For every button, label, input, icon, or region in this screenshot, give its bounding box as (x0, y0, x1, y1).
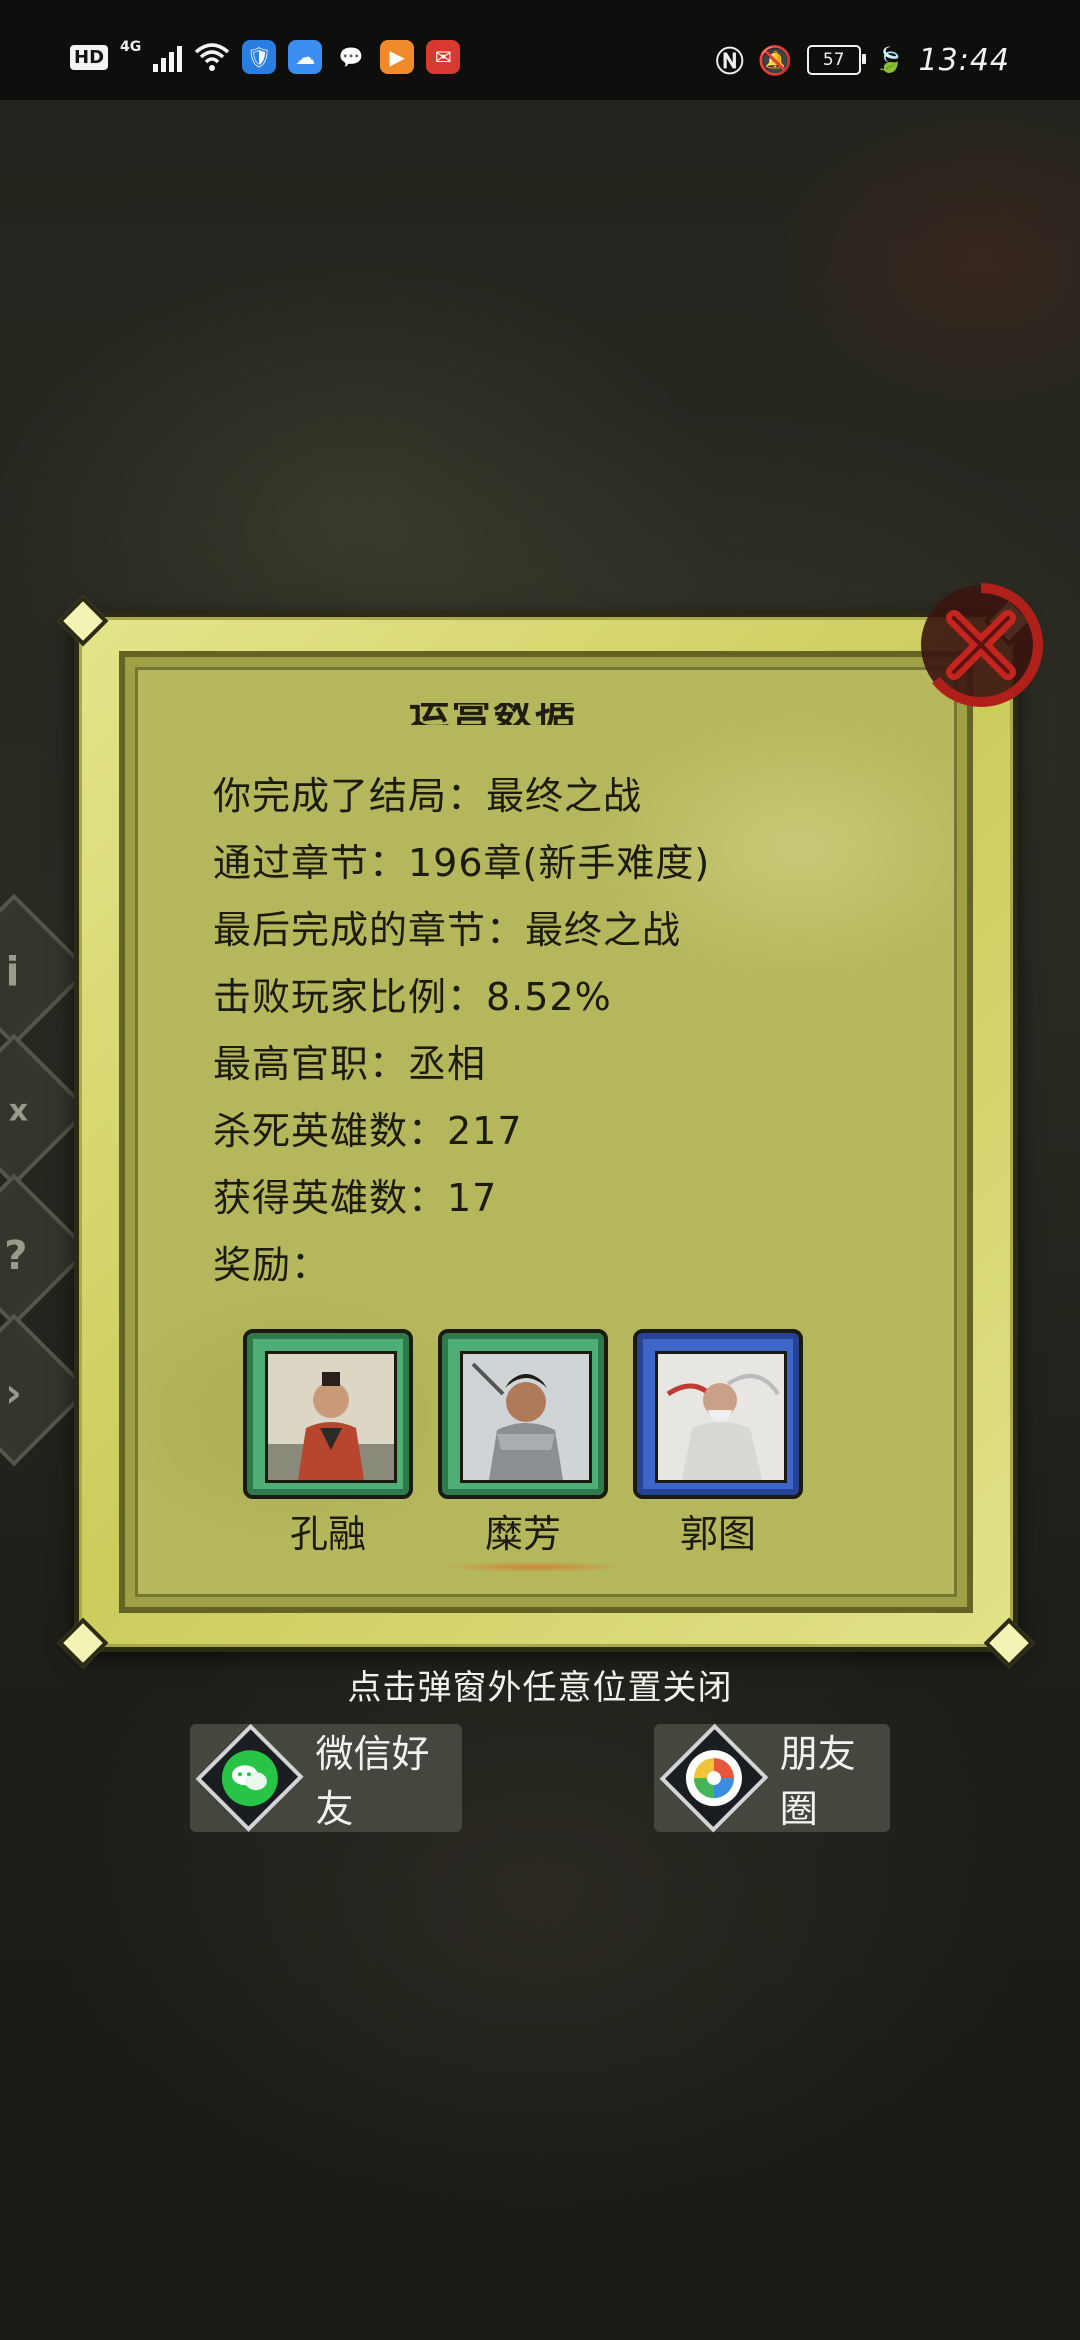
dialog-title-partial: 运营数据 (409, 703, 577, 725)
stat-last-chapter: 最后完成的章节：最终之战 (213, 908, 682, 952)
reward-item[interactable]: 孔融 (239, 1329, 417, 1558)
stat-highest-rank: 最高官职：丞相 (213, 1042, 487, 1086)
stat-heroes-killed: 杀死英雄数：217 (213, 1109, 523, 1153)
hero-card-frame[interactable] (243, 1329, 413, 1499)
status-bar: HD 4G 🛡 ☁ 💬 ▶ ✉ Ⓝ 🔕 57 🍃 13:44 (0, 0, 1080, 100)
shield-app-icon: 🛡 (242, 40, 277, 74)
hero-portrait (655, 1351, 787, 1483)
status-right: Ⓝ 🔕 57 🍃 13:44 (716, 40, 1010, 80)
hero-name: 糜芳 (484, 1512, 561, 1556)
result-dialog: 运营数据 你完成了结局：最终之战 通过章节：196章(新手难度) 最后完成的章节… (57, 595, 1035, 1669)
hd-icon: HD (70, 44, 109, 70)
chat-app-icon: 💬 (338, 45, 364, 69)
hero-card-frame[interactable] (633, 1329, 803, 1499)
wifi-icon (195, 43, 230, 71)
stat-chapters: 通过章节：196章(新手难度) (213, 841, 711, 885)
selection-glow (439, 1562, 629, 1572)
hero-card-frame[interactable] (438, 1329, 608, 1499)
hero-name: 郭图 (679, 1512, 756, 1556)
mail-app-icon: ✉ (426, 40, 461, 74)
clock: 13:44 (918, 42, 1010, 78)
share-moments-button[interactable]: 朋友圈 (654, 1723, 890, 1833)
cloud-app-icon: ☁ (288, 40, 323, 74)
leaf-icon: 🍃 (874, 46, 905, 74)
reward-item[interactable]: 郭图 (629, 1329, 807, 1558)
stats-list: 你完成了结局：最终之战 通过章节：196章(新手难度) 最后完成的章节：最终之战… (213, 763, 710, 1299)
hero-portrait (265, 1351, 397, 1483)
wechat-icon (195, 1723, 304, 1833)
share-wechat-friends-button[interactable]: 微信好友 (190, 1723, 462, 1833)
share-wechat-friends-label: 微信好友 (315, 1732, 430, 1831)
stat-heroes-gained: 获得英雄数：17 (213, 1176, 498, 1220)
video-app-icon: ▶ (380, 40, 415, 74)
hero-portrait (460, 1351, 592, 1483)
network-type: 4G (120, 39, 142, 55)
battery-icon: 57 (806, 45, 866, 75)
reward-item[interactable]: 糜芳 (434, 1329, 612, 1558)
status-left: HD 4G 🛡 ☁ 💬 ▶ ✉ (70, 39, 461, 74)
nfc-icon: Ⓝ (715, 45, 744, 78)
mute-bell-icon: 🔕 (757, 43, 793, 77)
moments-icon (659, 1723, 769, 1833)
share-moments-label: 朋友圈 (779, 1732, 856, 1831)
stat-rewards-label: 奖励： (213, 1243, 331, 1287)
reward-list: 孔融 糜芳 郭图 (239, 1329, 807, 1558)
hero-name: 孔融 (289, 1512, 366, 1556)
close-hint: 点击弹窗外任意位置关闭 (347, 1668, 733, 1708)
stat-ending: 你完成了结局：最终之战 (213, 774, 643, 818)
signal-icon (153, 42, 183, 72)
stat-defeat-ratio: 击败玩家比例：8.52% (213, 975, 612, 1019)
close-icon[interactable] (906, 570, 1056, 720)
